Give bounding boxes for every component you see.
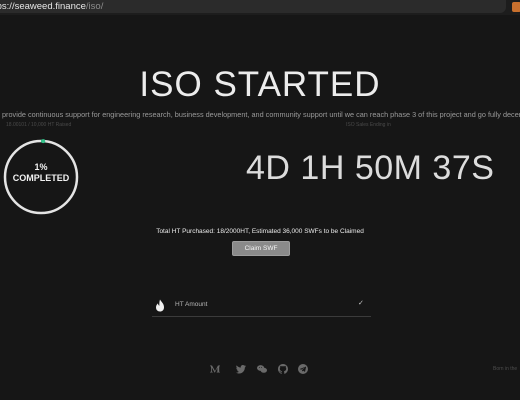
ht-amount-label: HT Amount bbox=[175, 301, 208, 308]
progress-percent: 1% bbox=[34, 162, 48, 172]
ht-amount-field[interactable]: HT Amount ✓ bbox=[152, 297, 371, 317]
flame-icon bbox=[156, 299, 164, 312]
sale-ending-label: ISO Sales Ending in bbox=[346, 122, 391, 128]
progress-ring-marker bbox=[41, 139, 46, 144]
telegram-icon[interactable] bbox=[297, 363, 309, 375]
url-text: tps://seaweed.finance/iso/ bbox=[0, 1, 103, 12]
page-title: ISO STARTED bbox=[139, 65, 381, 104]
social-links bbox=[209, 363, 309, 375]
check-icon: ✓ bbox=[358, 300, 364, 307]
claim-swf-button[interactable]: Claim SWF bbox=[232, 241, 290, 256]
iso-page: ISO STARTED provide continuous support f… bbox=[0, 15, 520, 400]
countdown-timer: 4D 1H 50M 37S bbox=[246, 149, 495, 187]
browser-address-bar: tps://seaweed.finance/iso/ bbox=[0, 0, 520, 15]
github-icon[interactable] bbox=[277, 363, 289, 375]
tagline: provide continuous support for engineeri… bbox=[2, 110, 520, 119]
raised-amount-label: 18.00101 / 10,000 HT Raised bbox=[6, 122, 72, 128]
wechat-icon[interactable] bbox=[256, 363, 268, 375]
footer-born-text: Born in the bbox=[493, 366, 518, 372]
medium-icon[interactable] bbox=[209, 363, 221, 375]
url-host: seaweed.finance bbox=[14, 1, 86, 12]
progress-text: 1% COMPLETED bbox=[3, 162, 79, 184]
twitter-icon[interactable] bbox=[235, 363, 247, 375]
url-path: /iso/ bbox=[85, 1, 104, 12]
purchase-summary: Total HT Purchased: 18/2000HT, Estimated… bbox=[156, 228, 364, 235]
extension-icon[interactable] bbox=[512, 2, 520, 12]
url-scheme: tps:// bbox=[0, 1, 15, 12]
progress-completed-label: COMPLETED bbox=[12, 173, 70, 183]
progress-ring: 1% COMPLETED bbox=[3, 139, 79, 215]
url-field[interactable]: tps://seaweed.finance/iso/ bbox=[0, 0, 506, 13]
